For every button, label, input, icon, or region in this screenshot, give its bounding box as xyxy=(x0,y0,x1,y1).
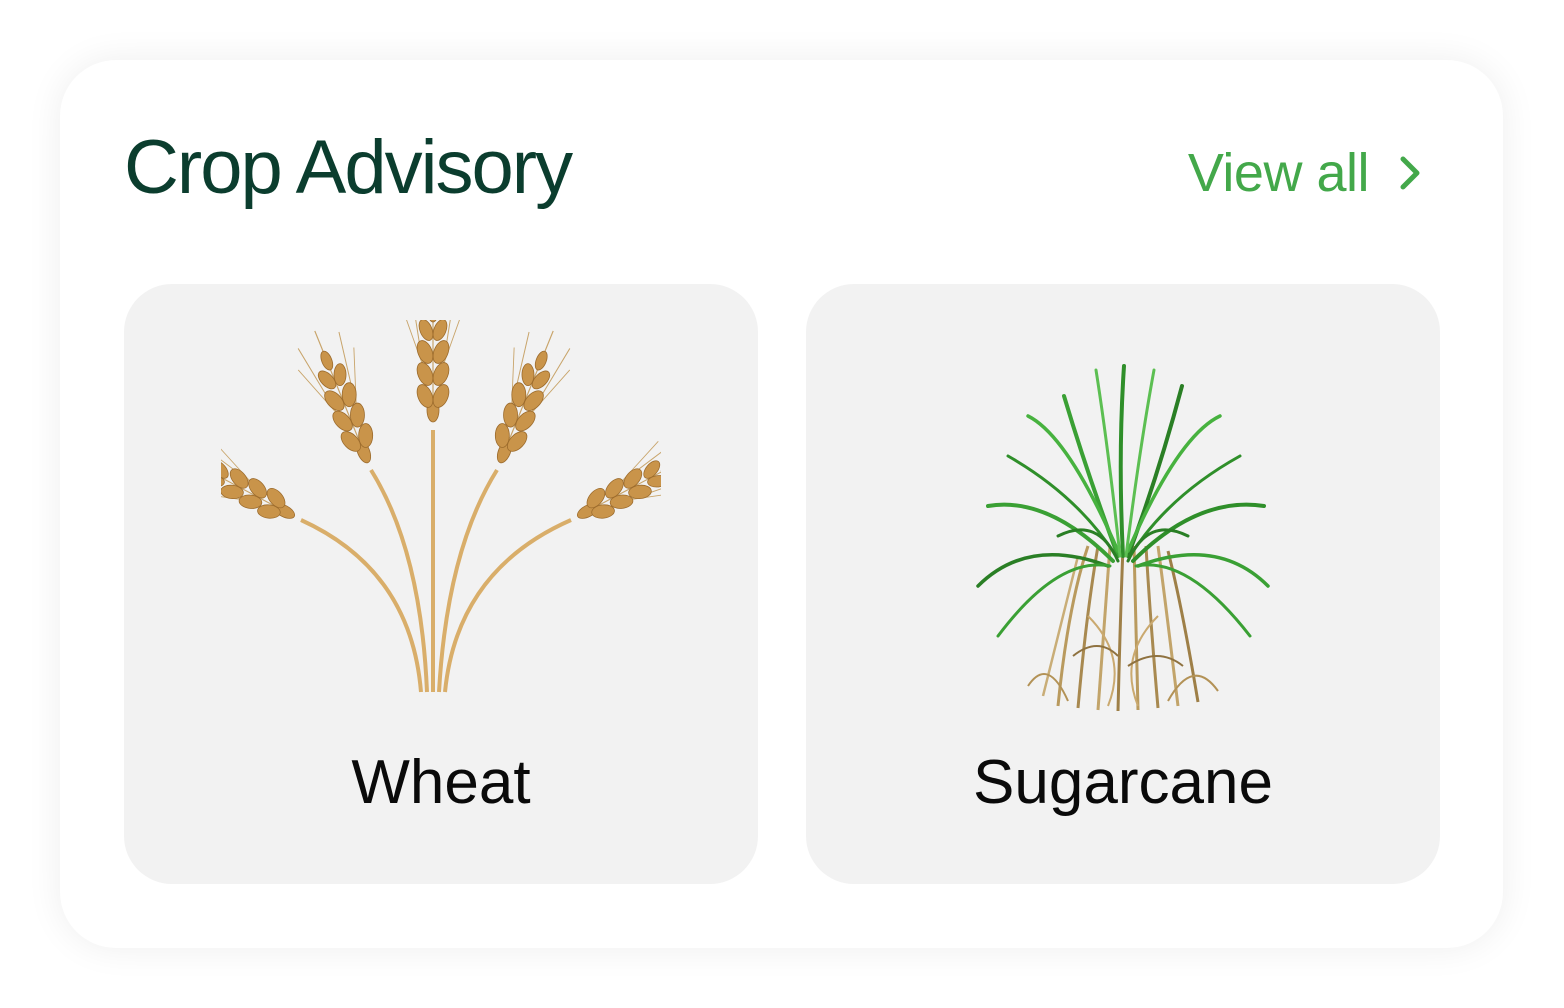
crop-advisory-panel: Crop Advisory View all Wheat Sugarcane xyxy=(60,60,1503,948)
view-all-label: View all xyxy=(1187,143,1370,203)
crop-card-wheat[interactable]: Wheat xyxy=(124,284,758,884)
view-all-link[interactable]: View all xyxy=(1188,146,1423,200)
crop-name: Wheat xyxy=(351,748,531,817)
sugarcane-image xyxy=(976,364,1270,712)
crop-name: Sugarcane xyxy=(973,748,1273,817)
section-title: Crop Advisory xyxy=(124,125,573,210)
chevron-right-icon xyxy=(1400,156,1420,190)
crop-card-sugarcane[interactable]: Sugarcane xyxy=(806,284,1440,884)
wheat-image xyxy=(221,320,661,693)
